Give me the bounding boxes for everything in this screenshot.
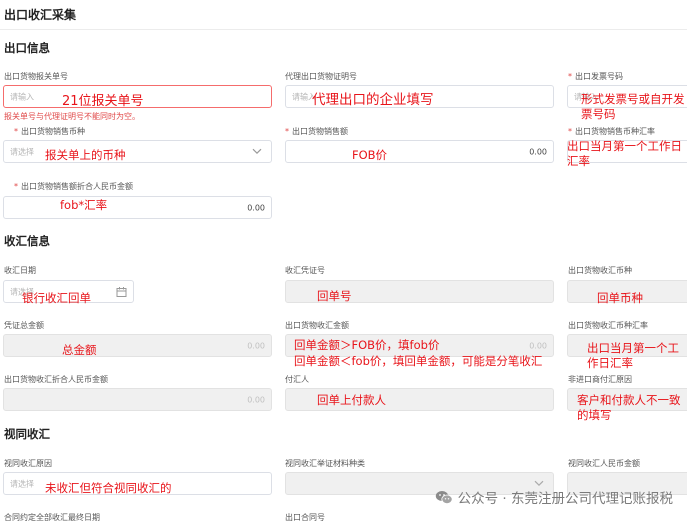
currency-placeholder: 请选择 — [10, 147, 34, 156]
annotation-payer: 回单上付款人 — [317, 393, 386, 407]
chevron-down-icon — [252, 148, 262, 154]
contract-no-label: 出口合同号 — [285, 513, 325, 522]
payer-label: 付汇人 — [285, 375, 309, 384]
sales-rmb-label-text: 出口货物销售额折合人民币金额 — [21, 182, 133, 191]
voucher-total-label: 凭证总金额 — [4, 321, 44, 330]
declaration-error-message: 报关单号与代理证明号不能同时为空。 — [4, 112, 140, 121]
voucher-total-input[interactable]: 0.00 — [3, 334, 272, 357]
calendar-icon — [116, 286, 127, 297]
annotation-invoice: 形式发票号或自开发票号码 — [581, 92, 685, 121]
receipt-rmb-value: 0.00 — [247, 395, 265, 404]
deemed-material-label: 视同收汇举证材料种类 — [285, 459, 365, 468]
watermark-text: 公众号 · 东莞注册公司代理记账报税 — [457, 491, 673, 507]
receipt-amount-label: 出口货物收汇金额 — [285, 321, 349, 330]
declaration-no-label: 出口货物报关单号 — [4, 72, 68, 81]
wechat-icon — [435, 490, 453, 504]
sales-amount-input[interactable]: 0.00 — [285, 140, 554, 163]
declaration-no-placeholder: 请输入 — [10, 92, 34, 101]
receipt-voucher-label: 收汇凭证号 — [285, 266, 325, 275]
required-mark: * — [568, 127, 572, 136]
required-mark: * — [14, 127, 18, 136]
annotation-amount-rule-2: 回单金额＜fob价，填回单金额，可能是分笔收汇 — [294, 354, 543, 368]
annotation-declaration-no: 21位报关单号 — [62, 94, 144, 109]
receipt-date-label: 收汇日期 — [4, 266, 36, 275]
invoice-no-label-text: 出口发票号码 — [575, 72, 623, 81]
annotation-currency: 报关单上的币种 — [45, 148, 126, 162]
title-divider — [0, 29, 687, 30]
deemed-reason-label: 视同收汇原因 — [4, 459, 52, 468]
annotation-agency: 代理出口的企业填写 — [312, 92, 434, 108]
annotation-total: 总金额 — [62, 343, 97, 357]
annotation-receipt-rate: 出口当月第一个工作日汇率 — [587, 341, 679, 370]
sales-rate-label-text: 出口货物销售币种汇率 — [575, 127, 655, 136]
sales-amount-value: 0.00 — [529, 147, 547, 156]
chevron-down-icon — [534, 480, 544, 486]
required-mark: * — [14, 182, 18, 191]
sales-rate-label: * 出口货物销售币种汇率 — [568, 126, 655, 137]
sales-amount-label-text: 出口货物销售额 — [292, 127, 348, 136]
annotation-deemed: 未收汇但符合视同收汇的 — [45, 481, 172, 495]
receipt-rmb-input[interactable]: 0.00 — [3, 388, 272, 411]
sales-rmb-label: * 出口货物销售额折合人民币金额 — [14, 181, 133, 192]
invoice-no-label: * 出口发票号码 — [568, 71, 623, 82]
required-mark: * — [285, 127, 289, 136]
currency-select[interactable]: 请选择 — [3, 140, 272, 163]
annotation-voucher: 回单号 — [317, 289, 352, 303]
currency-label: * 出口货物销售币种 — [14, 126, 85, 137]
sales-amount-label: * 出口货物销售额 — [285, 126, 348, 137]
required-mark: * — [568, 72, 572, 81]
agency-cert-label: 代理出口货物证明号 — [285, 72, 357, 81]
receipt-rate-label: 出口货物收汇币种汇率 — [568, 321, 648, 330]
currency-label-text: 出口货物销售币种 — [21, 127, 85, 136]
deemed-rmb-label: 视同收汇人民币金额 — [568, 459, 640, 468]
annotation-rmb: fob*汇率 — [60, 198, 108, 212]
section-deemed-receipt: 视同收汇 — [4, 427, 50, 441]
annotation-fob: FOB价 — [352, 148, 388, 162]
contract-deadline-label: 合同约定全部收汇最终日期 — [4, 513, 100, 522]
deemed-reason-placeholder: 请选择 — [10, 479, 34, 488]
non-importer-reason-label: 非进口商付汇原因 — [568, 375, 632, 384]
annotation-receipt-currency: 回单币种 — [597, 291, 643, 305]
watermark: 公众号 · 东莞注册公司代理记账报税 — [435, 487, 673, 507]
section-export-info: 出口信息 — [4, 41, 50, 55]
sales-rmb-value: 0.00 — [247, 203, 265, 212]
voucher-total-value: 0.00 — [247, 341, 265, 350]
page-title: 出口收汇采集 — [4, 8, 77, 22]
sales-rmb-input[interactable]: 0.00 — [3, 196, 272, 219]
receipt-currency-label: 出口货物收汇币种 — [568, 266, 632, 275]
receipt-amount-value: 0.00 — [529, 341, 547, 350]
annotation-non-importer: 客户和付款人不一致的填写 — [577, 393, 681, 422]
annotation-receipt-date: 银行收汇回单 — [22, 291, 91, 305]
receipt-rmb-label: 出口货物收汇折合人民币金额 — [4, 375, 108, 384]
section-receipt-info: 收汇信息 — [4, 234, 50, 248]
annotation-amount-rule-1: 回单金额＞FOB价，填fob价 — [294, 338, 440, 352]
annotation-sales-rate: 出口当月第一个工作日汇率 — [567, 139, 682, 168]
